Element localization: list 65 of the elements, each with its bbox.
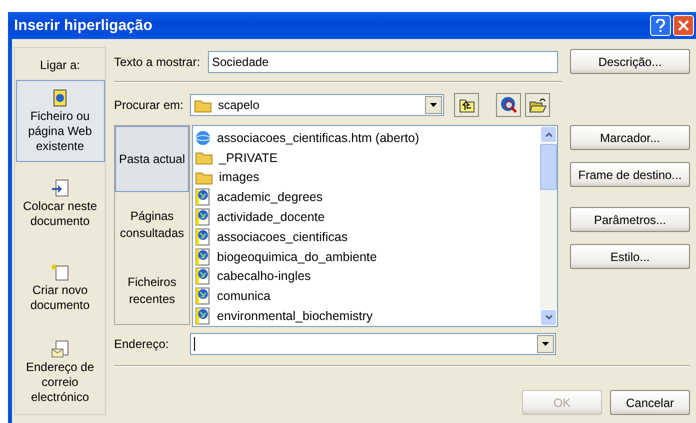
new-document-icon — [51, 263, 69, 281]
file-item[interactable]: comunica — [217, 289, 270, 304]
look-in-dropdown[interactable]: scapelo — [190, 94, 444, 116]
folder-icon — [195, 150, 213, 166]
folder-icon — [194, 98, 212, 112]
caret-icon — [430, 103, 437, 107]
web-page-icon — [195, 228, 211, 246]
places-item[interactable]: Páginas consultadas — [115, 192, 189, 258]
web-search-button[interactable] — [496, 93, 521, 117]
option-button[interactable]: Estilo... — [570, 244, 690, 269]
globe-document-icon — [195, 130, 211, 146]
chevron-up-icon — [544, 132, 552, 137]
web-page-icon — [195, 248, 211, 266]
dropdown-button[interactable] — [425, 96, 442, 114]
chevron-down-icon — [544, 315, 552, 320]
description-button[interactable]: Descrição... — [570, 49, 690, 74]
file-item[interactable]: associacoes_cientificas.htm (aberto) — [217, 130, 420, 145]
option-button[interactable]: Marcador... — [570, 125, 690, 150]
document-arrow-icon — [51, 179, 69, 197]
option-button[interactable]: Frame de destino... — [570, 162, 690, 187]
file-item[interactable]: actividade_docente — [217, 210, 325, 224]
scroll-up-button[interactable] — [540, 126, 557, 143]
web-page-icon — [195, 208, 211, 226]
link-type-item[interactable]: Criar novo documento — [16, 246, 104, 330]
scroll-thumb[interactable] — [540, 144, 557, 190]
question-mark-icon — [656, 19, 665, 32]
web-page-icon — [195, 188, 211, 206]
cancel-button[interactable]: Cancelar — [610, 390, 690, 415]
folder-up-icon — [458, 98, 474, 112]
address-field[interactable] — [190, 333, 556, 355]
places-item[interactable]: Pasta actual — [115, 126, 189, 192]
scroll-down-button[interactable] — [540, 309, 557, 326]
scrollbar[interactable] — [540, 126, 557, 326]
file-item[interactable]: academic_degrees — [217, 190, 323, 204]
window-title: Inserir hiperligação — [14, 17, 154, 34]
file-item[interactable]: images — [219, 170, 260, 184]
option-button[interactable]: Parâmetros... — [570, 207, 690, 232]
browse-file-button[interactable] — [525, 93, 550, 117]
places-item[interactable]: Ficheiros recentes — [115, 258, 189, 324]
look-in-label: Procurar em: — [114, 98, 184, 112]
folder-icon — [195, 170, 213, 185]
globe-magnifier-icon — [500, 96, 518, 114]
web-page-icon — [53, 88, 67, 106]
link-type-item[interactable]: Ficheiro ou página Web existente — [16, 80, 104, 162]
up-folder-button[interactable] — [454, 93, 479, 117]
caret-icon — [542, 342, 549, 346]
close-icon — [678, 20, 689, 31]
file-item[interactable]: _PRIVATE — [219, 150, 278, 165]
file-item[interactable]: cabecalho-ingles — [217, 269, 311, 284]
file-item[interactable]: biogeoquimica_do_ambiente — [217, 250, 377, 264]
dropdown-button[interactable] — [537, 335, 554, 353]
link-type-item[interactable]: Endereço de correio electrónico — [16, 330, 104, 414]
file-item[interactable]: associacoes_cientificas — [217, 230, 348, 244]
web-page-icon — [195, 287, 211, 306]
open-folder-icon — [528, 97, 546, 113]
file-item[interactable]: environmental_biochemistry — [217, 309, 373, 324]
address-label: Endereço: — [114, 337, 170, 351]
web-page-icon — [195, 267, 211, 286]
text-to-display-field[interactable]: Sociedade — [208, 50, 558, 72]
link-to-label: Ligar a: — [40, 58, 80, 72]
mail-document-icon — [51, 340, 69, 358]
link-type-item[interactable]: Colocar neste documento — [16, 162, 104, 246]
text-to-display-label: Texto a mostrar: — [114, 54, 202, 68]
close-button[interactable] — [673, 15, 694, 36]
help-button[interactable] — [650, 15, 671, 36]
